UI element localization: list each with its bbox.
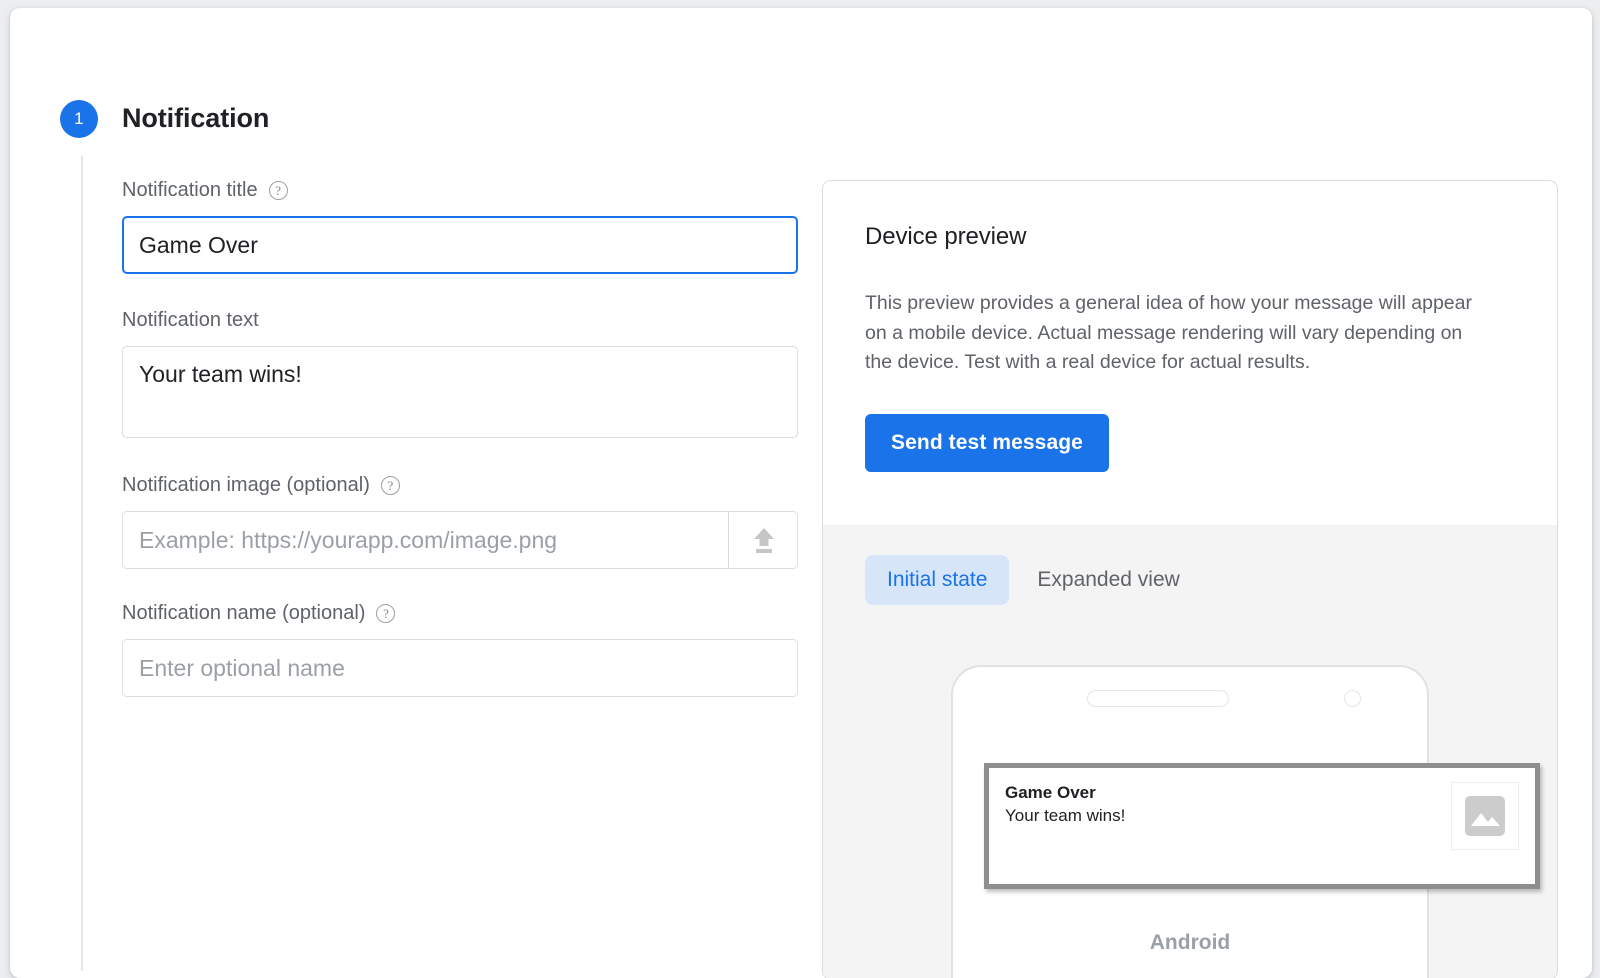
notification-image-label: Notification image (optional) ? [122, 473, 802, 497]
page-title: Notification [122, 103, 269, 134]
device-preview-header: Device preview This preview provides a g… [823, 181, 1557, 525]
notification-preview-thumbnail [1451, 782, 1519, 850]
notification-preview: Game Over Your team wins! [984, 763, 1540, 889]
device-preview-body: Initial state Expanded view Game Over Yo… [823, 525, 1557, 978]
notification-name-input[interactable] [122, 639, 798, 697]
notification-title-label: Notification title ? [122, 178, 802, 202]
notification-text-label: Notification text [122, 308, 802, 332]
upload-image-button[interactable] [728, 511, 798, 569]
notification-name-label-text: Notification name (optional) [122, 601, 365, 625]
device-preview-description: This preview provides a general idea of … [865, 289, 1480, 378]
step-connector-line [81, 156, 83, 971]
notification-image-input[interactable] [122, 511, 798, 569]
device-preview-heading: Device preview [865, 223, 1515, 251]
notification-text-textarea[interactable] [122, 346, 798, 438]
notification-preview-title: Game Over [1005, 782, 1125, 805]
help-circle-icon[interactable]: ? [381, 476, 400, 495]
notification-form: Notification title ? Notification text N… [122, 178, 802, 697]
notification-title-input[interactable] [122, 216, 798, 274]
send-test-message-button[interactable]: Send test message [865, 414, 1109, 472]
image-placeholder-icon [1465, 796, 1505, 836]
platform-label: Android [823, 931, 1557, 955]
tab-initial-state[interactable]: Initial state [865, 555, 1009, 605]
notification-preview-text: Game Over Your team wins! [1005, 782, 1125, 828]
device-preview-card: Device preview This preview provides a g… [822, 180, 1558, 978]
preview-state-tabs: Initial state Expanded view [823, 525, 1557, 605]
notification-image-input-group [122, 511, 798, 569]
notification-preview-body: Your team wins! [1005, 805, 1125, 828]
tab-expanded-view[interactable]: Expanded view [1015, 555, 1201, 605]
step-number-badge: 1 [60, 100, 98, 138]
notification-image-label-text: Notification image (optional) [122, 473, 370, 497]
phone-speaker-icon [1087, 690, 1229, 707]
notification-composer-page: 1 Notification Notification title ? Noti… [10, 8, 1592, 978]
notification-name-label: Notification name (optional) ? [122, 601, 802, 625]
notification-title-label-text: Notification title [122, 178, 258, 202]
upload-icon [751, 526, 777, 554]
phone-camera-icon [1344, 690, 1361, 707]
notification-text-label-text: Notification text [122, 308, 259, 332]
help-circle-icon[interactable]: ? [269, 181, 288, 200]
help-circle-icon[interactable]: ? [376, 604, 395, 623]
